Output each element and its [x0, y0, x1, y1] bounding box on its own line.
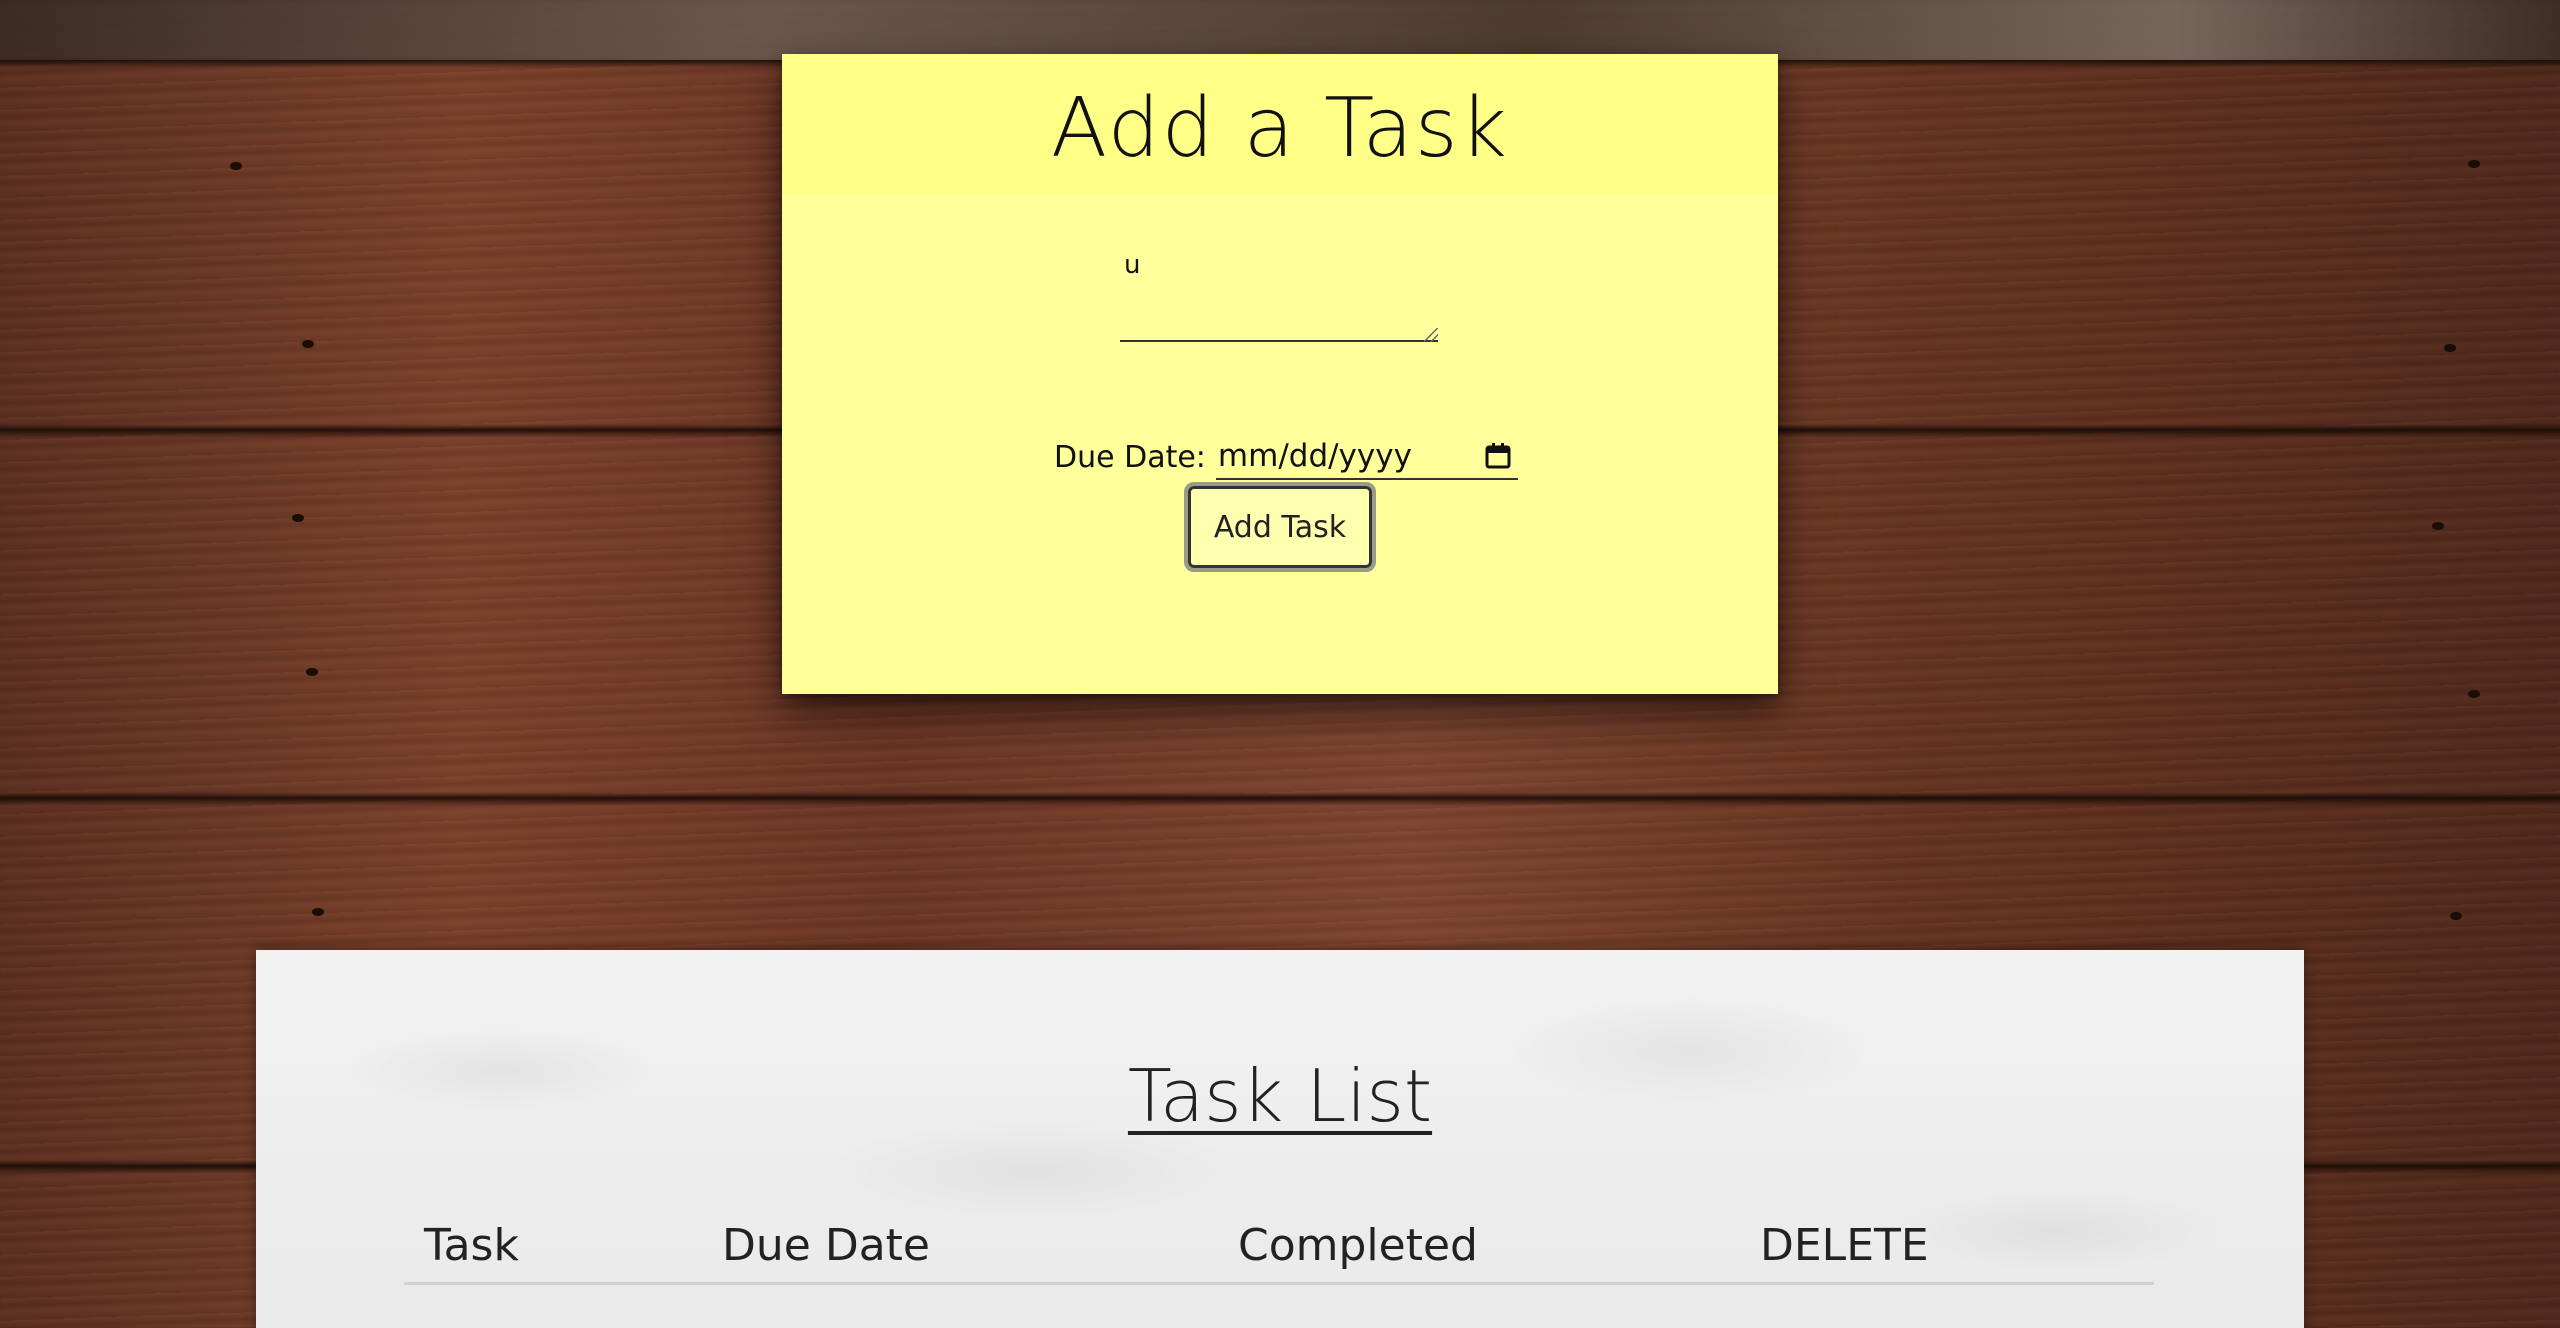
- wood-bolt: [302, 340, 314, 348]
- column-header-delete: DELETE: [1760, 1220, 1929, 1271]
- textarea-resize-handle[interactable]: [1424, 328, 1438, 342]
- calendar-icon[interactable]: [1484, 442, 1512, 470]
- add-task-card: Add a Task Due Date: mm/dd/yyyy Add Task: [782, 54, 1778, 694]
- wood-top-strip: [0, 0, 2560, 60]
- wood-bolt: [2450, 912, 2462, 920]
- wood-bolt: [306, 668, 318, 676]
- due-date-placeholder: mm/dd/yyyy: [1217, 438, 1412, 474]
- task-list-panel: Task List Task Due Date Completed DELETE: [256, 950, 2304, 1328]
- column-header-task: Task: [424, 1220, 519, 1271]
- wood-bolt: [312, 908, 324, 916]
- wood-bolt: [2468, 160, 2480, 168]
- due-date-input[interactable]: mm/dd/yyyy: [1215, 434, 1518, 480]
- add-task-button[interactable]: Add Task: [1184, 482, 1376, 572]
- task-list-title: Task List: [1127, 1054, 1433, 1138]
- wood-bolt: [2432, 522, 2444, 530]
- task-input[interactable]: [1120, 244, 1438, 342]
- wood-bolt: [230, 162, 242, 170]
- due-date-row: Due Date: mm/dd/yyyy: [1054, 434, 1518, 480]
- task-table-header: Task Due Date Completed DELETE: [404, 1220, 2154, 1285]
- wood-bolt: [2468, 690, 2480, 698]
- column-header-completed: Completed: [1238, 1220, 1478, 1271]
- add-task-title: Add a Task: [1050, 81, 1510, 176]
- wood-bolt: [292, 514, 304, 522]
- column-header-due-date: Due Date: [722, 1220, 930, 1271]
- wood-bolt: [2444, 344, 2456, 352]
- due-date-label: Due Date:: [1054, 439, 1206, 475]
